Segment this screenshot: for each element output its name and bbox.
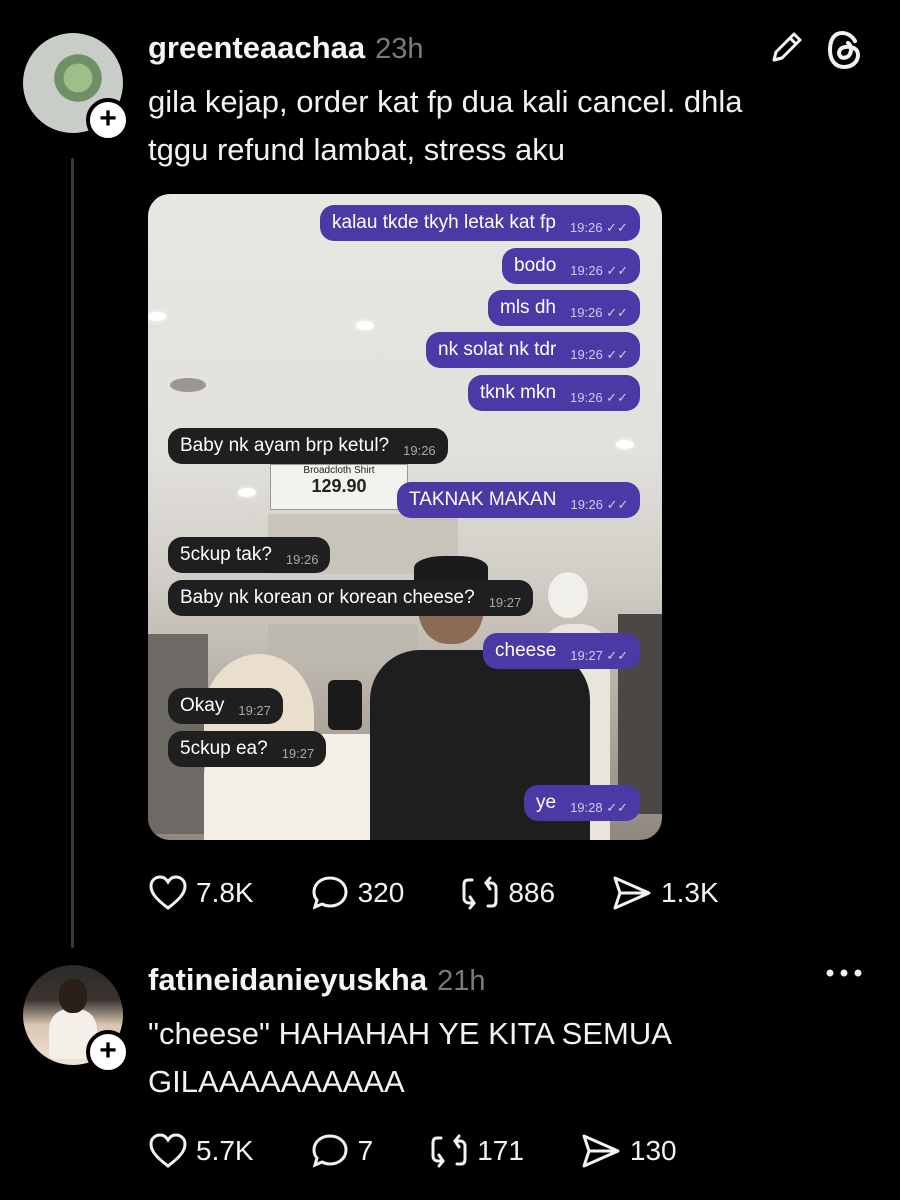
post-time: 23h [375,33,424,65]
phone [328,680,362,730]
reply-button[interactable]: 320 [310,874,405,912]
store-sign: Broadcloth Shirt 129.90 [270,464,408,510]
mannequin [548,572,588,618]
chat-message-time: 19:26 [403,443,436,458]
reply-button[interactable]: 7 [310,1132,374,1170]
threads-logo-icon[interactable] [826,30,862,70]
like-button[interactable]: 5.7K [148,1132,254,1170]
repost-icon [431,1134,467,1168]
post-actions: 7.8K 320 886 1.3K [148,874,775,912]
chat-message-time: 19:27 [488,595,522,610]
chat-bubble-incoming: Okay 19:27 [168,688,283,724]
repost-icon [462,876,498,910]
chat-message-time: 19:27 [281,746,315,761]
chat-message-text: Okay [180,695,225,716]
chat-bubble-outgoing: TAKNAK MAKAN 19:26 ✓✓ [397,482,641,518]
post-text-line: tggu refund lambat, stress aku [148,132,566,167]
chat-message-time: 19:27 [238,703,271,718]
ceiling-light [356,321,374,330]
chat-bubble-outgoing: bodo 19:26 ✓✓ [502,248,641,284]
share-icon [613,876,651,910]
chat-bubble-incoming: 5ckup ea? 19:27 [168,731,327,767]
chat-message-text: mls dh [500,297,556,318]
chat-bubble-outgoing: kalau tkde tkyh letak kat fp 19:26 ✓✓ [320,205,640,241]
chat-message-text: Baby nk korean or korean cheese? [180,587,475,608]
chat-message-text: bodo [514,255,557,276]
reply-icon [312,876,348,910]
chat-message-text: nk solat nk tdr [438,339,557,360]
ceiling-light [148,312,166,321]
heart-icon [149,1133,187,1168]
share-count: 130 [629,1135,677,1166]
chat-message-time: 19:28 ✓✓ [570,800,629,815]
chat-message-text: ye [536,792,557,813]
ceiling-light [238,488,256,497]
chat-message-time: 19:26 ✓✓ [569,220,628,235]
post-text: "cheese" HAHAHAH YE KITA SEMUA GILAAAAAA… [148,1010,868,1106]
chat-message-time: 19:26 ✓✓ [570,390,628,405]
chat-message-time: 19:26 ✓✓ [570,263,629,278]
post-time: 21h [437,965,486,997]
username[interactable]: greenteaachaa [148,30,365,65]
chat-bubble-incoming: Baby nk korean or korean cheese? 19:27 [168,580,534,616]
heart-icon [149,875,187,910]
post-text-line: GILAAAAAAAAAA [148,1064,405,1099]
chat-message-text: Baby nk ayam brp ketul? [180,435,390,456]
username[interactable]: fatineidanieyuskha [148,962,427,997]
chat-bubble-outgoing: tknk mkn 19:26 ✓✓ [468,375,640,411]
post-text-line: "cheese" HAHAHAH YE KITA SEMUA [148,1016,672,1051]
like-count: 5.7K [196,1135,254,1166]
post-actions: 5.7K 7 171 130 [148,1132,733,1170]
post-header: greenteaachaa 23h [148,30,424,66]
like-count: 7.8K [196,877,254,908]
chat-message-text: tknk mkn [480,382,557,403]
share-button[interactable]: 130 [580,1132,677,1170]
chat-message-time: 19:26 [285,552,319,567]
edit-icon[interactable] [768,30,804,68]
ceiling-light [616,440,634,449]
chat-message-time: 19:27 ✓✓ [570,648,629,663]
share-button[interactable]: 1.3K [611,874,719,912]
reply-count: 320 [357,877,405,908]
ceiling-vent [170,378,206,392]
chat-message-text: 5ckup tak? [180,544,272,565]
repost-button[interactable]: 171 [429,1132,524,1170]
share-icon [582,1134,620,1168]
reply-icon [312,1134,348,1168]
reply-count: 7 [357,1135,374,1166]
chat-bubble-incoming: 5ckup tak? 19:26 [168,537,331,573]
chat-message-text: kalau tkde tkyh letak kat fp [332,212,556,233]
post-text: gila kejap, order kat fp dua kali cancel… [148,78,868,174]
share-count: 1.3K [661,877,719,908]
chat-bubble-outgoing: nk solat nk tdr 19:26 ✓✓ [426,332,641,368]
follow-plus-icon[interactable]: + [86,1030,130,1074]
chat-bubble-outgoing: mls dh 19:26 ✓✓ [488,290,640,326]
chat-message-time: 19:26 ✓✓ [569,305,628,320]
store-sign-text: Broadcloth Shirt [303,465,375,476]
chat-message-time: 19:26 ✓✓ [570,497,629,512]
like-button[interactable]: 7.8K [148,874,254,912]
repost-count: 886 [508,877,556,908]
store-price: 129.90 [311,476,367,496]
post-header: fatineidanieyuskha 21h [148,962,485,998]
chat-bubble-incoming: Baby nk ayam brp ketul? 19:26 [168,428,448,464]
chat-message-text: 5ckup ea? [180,738,268,759]
post-text-line: gila kejap, order kat fp dua kali cancel… [148,84,743,119]
repost-count: 171 [477,1135,524,1166]
repost-button[interactable]: 886 [460,874,555,912]
chat-bubble-outgoing: ye 19:28 ✓✓ [524,785,641,821]
more-icon[interactable] [824,966,864,985]
chat-message-text: cheese [495,640,557,661]
chat-bubble-outgoing: cheese 19:27 ✓✓ [483,633,641,669]
thread-line [71,158,74,948]
chat-message-text: TAKNAK MAKAN [409,489,557,510]
chat-message-time: 19:26 ✓✓ [570,347,629,362]
follow-plus-icon[interactable]: + [86,98,130,142]
